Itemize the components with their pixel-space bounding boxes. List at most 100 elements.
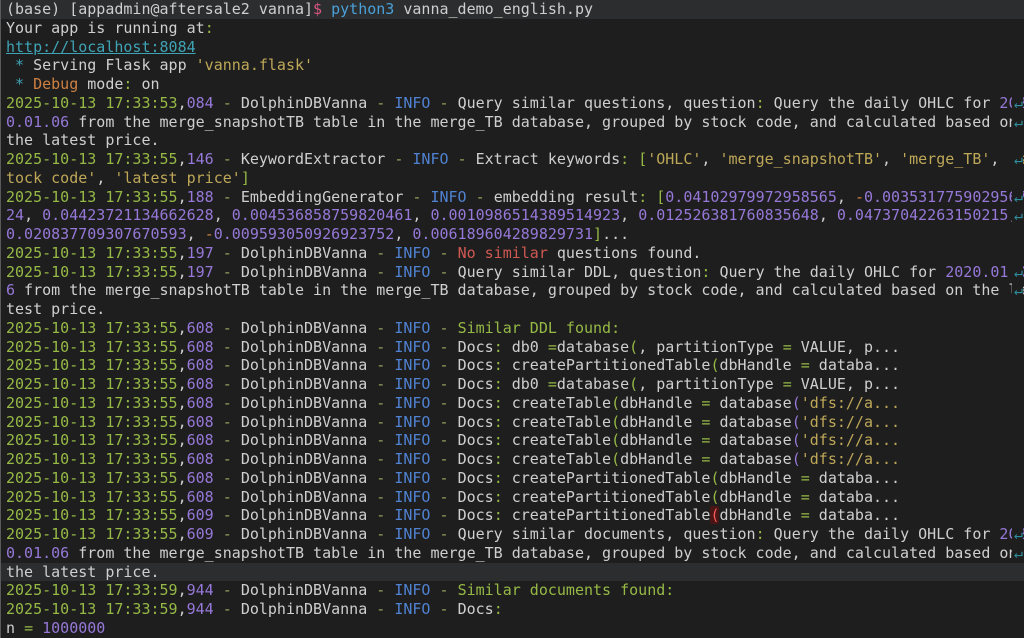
- terminal-text-segment: Docs: [458, 469, 494, 487]
- terminal-line: 2025-10-13 17:33:55,608 - DolphinDBVanna…: [1, 375, 1024, 394]
- terminal-text-segment: ,: [178, 506, 187, 524]
- terminal-text-segment: 2025-10-13 17:33:55: [6, 469, 178, 487]
- prompt-line: (base) [appadmin@aftersale2 vanna]$ pyth…: [1, 0, 1024, 19]
- terminal-text-segment: Docs: [458, 450, 494, 468]
- terminal-text-segment: -: [214, 450, 241, 468]
- line-wrap-icon: ↵: [1012, 94, 1023, 113]
- terminal-text-segment: , partitionType: [638, 375, 783, 393]
- terminal-text-segment: :: [494, 375, 503, 393]
- terminal-line: 2025-10-13 17:33:55,609 - DolphinDBVanna…: [1, 506, 1024, 525]
- terminal-text-segment: INFO: [394, 450, 430, 468]
- terminal-text-segment: -: [367, 469, 394, 487]
- terminal-text-segment: Docs: [458, 431, 494, 449]
- terminal-text-segment: Docs: [458, 488, 494, 506]
- terminal-text-segment: from the merge_snapshotTB table in the m…: [15, 281, 1024, 299]
- terminal-text-segment: INFO: [394, 525, 430, 543]
- terminal-text-segment: Docs: [458, 375, 494, 393]
- terminal-text-segment: createTable: [503, 394, 611, 412]
- line-wrap-icon: ↵: [1012, 281, 1023, 300]
- terminal-text-segment: 2025-10-13 17:33:53: [6, 94, 178, 112]
- terminal-line: 2025-10-13 17:33:55,188 - EmbeddingGener…: [1, 188, 1024, 207]
- terminal-text-segment: :: [756, 525, 765, 543]
- terminal-text-segment: (: [611, 450, 620, 468]
- terminal-line: 2025-10-13 17:33:59,944 - DolphinDBVanna…: [1, 581, 1024, 600]
- terminal-text-segment: ,: [178, 525, 187, 543]
- terminal-line: tock code', 'latest price']: [1, 169, 1024, 188]
- line-wrap-icon: ↵: [1012, 188, 1023, 207]
- terminal-text-segment: -: [367, 506, 394, 524]
- terminal-text-segment: on: [132, 75, 159, 93]
- terminal-text-segment: Docs: [458, 413, 494, 431]
- terminal-text-segment: ...: [602, 225, 629, 243]
- terminal-text-segment: n: [6, 619, 24, 637]
- terminal-text-segment: (: [611, 431, 620, 449]
- terminal-text-segment: 2025-10-13 17:33:55: [6, 356, 178, 374]
- terminal-text-segment: 608: [187, 488, 214, 506]
- terminal-text-segment: 944: [187, 581, 214, 599]
- terminal-text-segment: 'dfs://a...: [801, 431, 900, 449]
- terminal-text-segment: ,: [178, 488, 187, 506]
- terminal-text-segment: 2025-10-13 17:33:55: [6, 263, 178, 281]
- terminal-text-segment: ,: [178, 375, 187, 393]
- terminal-text-segment: -: [430, 356, 457, 374]
- terminal-text-segment: 'latest price': [114, 169, 240, 187]
- terminal-text-segment: tock code': [6, 169, 96, 187]
- terminal-text-segment: ,: [178, 356, 187, 374]
- terminal-text-segment: -: [430, 431, 457, 449]
- terminal-text-segment: createPartitionedTable: [503, 506, 711, 524]
- terminal-text-segment: DolphinDBVanna: [241, 413, 367, 431]
- terminal-text-segment: 197: [187, 263, 214, 281]
- terminal-text-segment: 608: [187, 413, 214, 431]
- terminal-text-segment: (: [611, 394, 620, 412]
- localhost-link[interactable]: http://localhost:8084: [6, 38, 196, 56]
- terminal-text-segment: (: [792, 413, 801, 431]
- terminal-line: 2025-10-13 17:33:53,084 - DolphinDBVanna…: [1, 94, 1024, 113]
- terminal-output[interactable]: (base) [appadmin@aftersale2 vanna]$ pyth…: [0, 0, 1024, 638]
- terminal-text-segment: -: [214, 469, 241, 487]
- terminal-text-segment: -: [430, 338, 457, 356]
- terminal-text-segment: from the merge_snapshotTB table in the m…: [69, 113, 1024, 131]
- terminal-text-segment: -: [430, 263, 457, 281]
- terminal-text-segment: =: [801, 488, 810, 506]
- terminal-text-segment: 0.0035317759029567: [864, 188, 1024, 206]
- terminal-text-segment: (: [792, 394, 801, 412]
- terminal-text-segment: :: [494, 488, 503, 506]
- terminal-text-segment: 2025-10-13 17:33:55: [6, 150, 178, 168]
- terminal-text-segment: 0.004536858759820461: [232, 206, 413, 224]
- terminal-text-segment: from the merge_snapshotTB table in the m…: [69, 544, 1024, 562]
- terminal-text-segment: -: [430, 413, 457, 431]
- terminal-text-segment: DolphinDBVanna: [241, 581, 367, 599]
- terminal-text-segment: (: [792, 431, 801, 449]
- line-wrap-icon: ↵: [1012, 113, 1023, 132]
- terminal-text-segment: 608: [187, 356, 214, 374]
- terminal-text-segment: INFO: [394, 375, 430, 393]
- terminal-text-segment: ,: [178, 263, 187, 281]
- terminal-text-segment: 2025-10-13 17:33:55: [6, 338, 178, 356]
- terminal-text-segment: createPartitionedTable: [503, 488, 711, 506]
- terminal-text-segment: =: [24, 619, 33, 637]
- terminal-text-segment: -: [214, 600, 241, 618]
- terminal-text-segment: INFO: [394, 338, 430, 356]
- terminal-text-segment: -: [430, 244, 457, 262]
- terminal-text-segment: INFO: [394, 469, 430, 487]
- terminal-text-segment: ,: [394, 225, 412, 243]
- terminal-text-segment: databa...: [810, 356, 900, 374]
- terminal-text-segment: -: [367, 356, 394, 374]
- terminal-text-segment: dbHandle: [620, 394, 701, 412]
- terminal-line: 2025-10-13 17:33:55,609 - DolphinDBVanna…: [1, 525, 1024, 544]
- terminal-text-segment: [322, 0, 331, 18]
- terminal-text-segment: VALUE, p...: [792, 338, 900, 356]
- terminal-text-segment: Your app is running at: [6, 19, 205, 37]
- terminal-text-segment: -: [367, 431, 394, 449]
- terminal-line: 0.01.06 from the merge_snapshotTB table …: [1, 113, 1024, 132]
- terminal-text-segment: EmbeddingGenerator: [241, 188, 404, 206]
- terminal-line: * Debug mode: on: [1, 75, 1024, 94]
- terminal-text-segment: 'vanna.flask': [196, 56, 313, 74]
- terminal-text-segment: dbHandle: [719, 356, 800, 374]
- terminal-line: test price.: [1, 300, 1024, 319]
- terminal-text-segment: -: [367, 600, 394, 618]
- terminal-text-segment: 2025-10-13 17:33:59: [6, 581, 178, 599]
- terminal-text-segment: 24: [6, 206, 24, 224]
- terminal-text-segment: ,: [620, 206, 638, 224]
- terminal-text-segment: :: [494, 356, 503, 374]
